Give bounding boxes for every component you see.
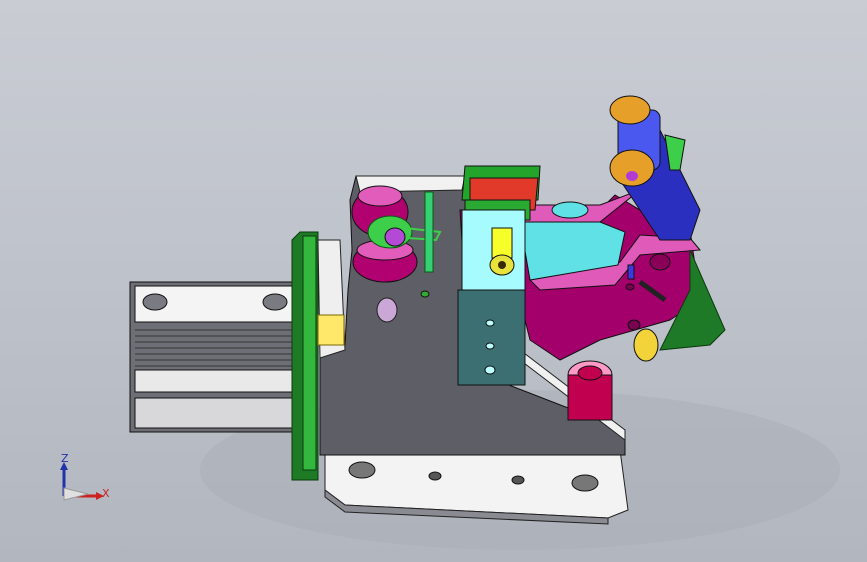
plate-screw bbox=[376, 297, 398, 323]
mount-hole bbox=[142, 293, 168, 311]
pivot-pin bbox=[649, 253, 671, 271]
pivot-pin bbox=[625, 283, 635, 291]
base-plate[interactable] bbox=[324, 449, 629, 525]
base-hole bbox=[428, 471, 442, 481]
pivot-pin bbox=[627, 319, 641, 331]
yellow-pin[interactable] bbox=[489, 227, 515, 276]
z-axis-label: Z bbox=[61, 452, 69, 465]
triad-cone bbox=[63, 487, 89, 501]
pink-bushing[interactable] bbox=[567, 360, 613, 421]
yellow-spacer bbox=[317, 314, 345, 346]
base-hole bbox=[348, 461, 376, 479]
orange-roller[interactable] bbox=[609, 95, 651, 125]
linear-guide-block[interactable] bbox=[129, 281, 306, 433]
x-axis-label: X bbox=[102, 487, 110, 500]
mount-hole bbox=[262, 293, 288, 311]
cad-assembly-model[interactable] bbox=[0, 0, 867, 562]
block-hole bbox=[485, 319, 495, 327]
green-end-plate[interactable] bbox=[291, 231, 319, 481]
cam-follower[interactable] bbox=[633, 328, 659, 362]
model-viewport[interactable]: Z X bbox=[0, 0, 867, 562]
block-hole bbox=[484, 365, 496, 375]
plate-screw bbox=[420, 290, 430, 298]
base-hole bbox=[511, 475, 525, 485]
cyan-boss bbox=[551, 201, 589, 219]
block-hole bbox=[485, 342, 495, 350]
green-rod bbox=[424, 191, 434, 273]
base-hole bbox=[571, 474, 599, 492]
